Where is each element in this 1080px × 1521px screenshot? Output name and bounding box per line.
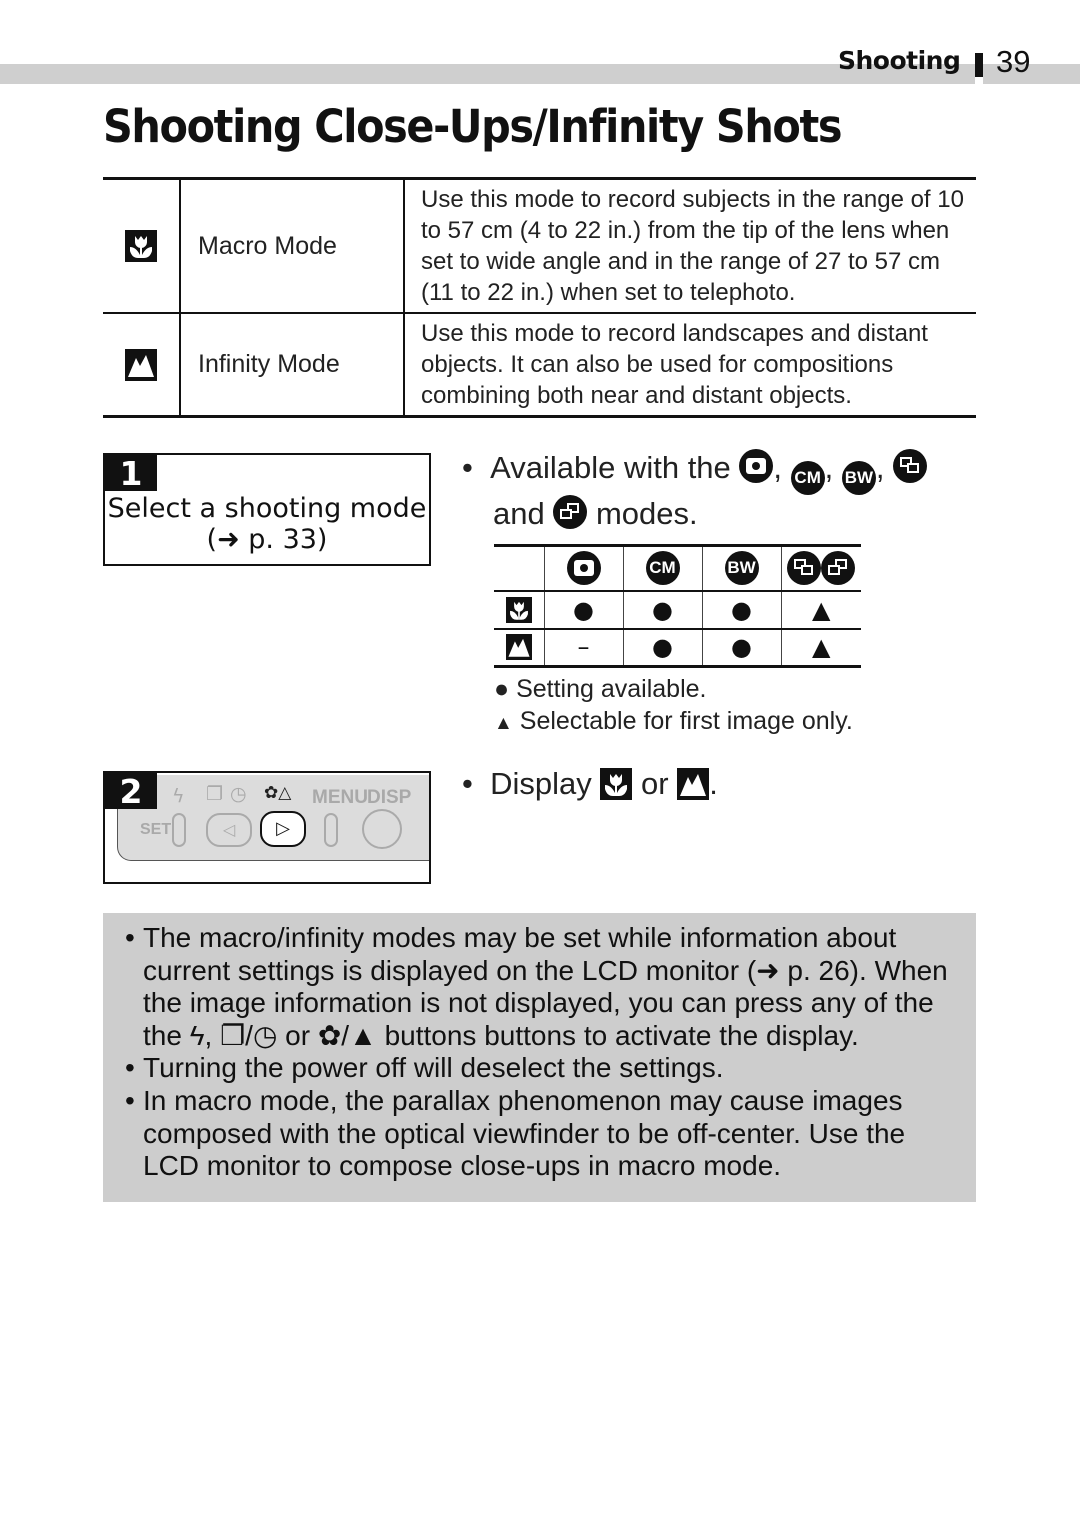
disp-label: DISP: [367, 787, 412, 808]
continuous-icon: ❐: [206, 783, 224, 805]
mode-table: Macro Mode Use this mode to record subje…: [103, 177, 976, 418]
page-number: 39: [996, 44, 1031, 79]
black-white-icon: BW: [841, 461, 876, 495]
table-cell: ●: [543, 589, 623, 629]
section-label: Shooting: [838, 46, 961, 75]
availability-table: CM BW ● ● ● ▲ – ● ● ▲: [494, 544, 861, 668]
menu-label: MENU: [312, 787, 368, 808]
set-label: SET: [140, 821, 172, 838]
page-reference: (➜ p. 33): [206, 524, 328, 555]
mode-description: Use this mode to record subjects in the …: [421, 186, 964, 306]
note-item: The macro/infinity modes may be set whil…: [125, 922, 960, 1052]
page-title: Shooting Close-Ups/Infinity Shots: [103, 100, 843, 153]
note-item: Turning the power off will deselect the …: [125, 1052, 960, 1085]
left-button[interactable]: ◁: [206, 813, 252, 847]
infinity-icon: [505, 634, 532, 661]
mode-description: Use this mode to record landscapes and d…: [421, 320, 928, 409]
step-instruction: Select a shooting mode: [107, 493, 427, 524]
note-item: In macro mode, the parallax phenomenon m…: [125, 1085, 960, 1183]
right-button[interactable]: ▷: [260, 811, 306, 847]
step-1-box: 1 Select a shooting mode (➜ p. 33): [103, 453, 431, 566]
legend-available: ● Setting available.: [494, 675, 707, 703]
table-cell: ▲: [780, 589, 861, 629]
table-cell: ●: [701, 589, 781, 629]
header-band: [0, 64, 975, 84]
step-number: 1: [105, 455, 157, 493]
table-cell: ●: [622, 627, 702, 667]
table-cell: ●: [622, 589, 702, 629]
macro-infinity-icon: ✿△: [264, 783, 292, 803]
header-divider: [975, 53, 983, 77]
auto-mode-icon: [739, 449, 774, 483]
macro-icon: [125, 230, 157, 262]
notes-box: The macro/infinity modes may be set whil…: [103, 913, 976, 1202]
step-number: 2: [105, 773, 157, 811]
stitch-assist-alt-icon: [821, 551, 856, 586]
stitch-assist-alt-icon: [553, 495, 588, 529]
step-2-box: ϟ ❐ ◷ ✿△ MENU DISP SET ◁ ▷ 2: [103, 771, 431, 884]
stitch-assist-icon: [893, 449, 928, 483]
mode-row-infinity: Infinity Mode Use this mode to record la…: [103, 312, 976, 415]
mode-name: Infinity Mode: [181, 314, 405, 415]
flash-icon: ϟ: [172, 785, 185, 807]
self-timer-icon: ◷: [230, 783, 247, 805]
display-bullet: • Display or .: [462, 766, 718, 801]
macro-icon: [600, 768, 633, 800]
stitch-assist-icon: [787, 551, 822, 586]
auto-mode-icon: [566, 551, 601, 586]
black-white-icon: BW: [724, 551, 759, 586]
table-cell: ●: [701, 627, 781, 667]
table-cell: –: [543, 627, 623, 667]
mode-name: Macro Mode: [181, 180, 405, 312]
menu-button[interactable]: [324, 813, 338, 847]
disp-button[interactable]: [362, 809, 402, 849]
table-row: ● ● ● ▲: [494, 589, 861, 629]
infinity-icon: [677, 768, 710, 800]
set-button[interactable]: [172, 813, 186, 847]
color-accent-icon: CM: [790, 461, 825, 495]
macro-icon: [505, 596, 532, 623]
table-header-row: CM BW: [494, 545, 861, 591]
table-row: – ● ● ▲: [494, 627, 861, 667]
legend-first-image: ▲ Selectable for first image only.: [494, 707, 853, 735]
mode-row-macro: Macro Mode Use this mode to record subje…: [103, 180, 976, 312]
availability-bullet: • Available with the , CM, BW, and modes…: [462, 449, 928, 532]
camera-button-panel: ϟ ❐ ◷ ✿△ MENU DISP SET ◁ ▷: [117, 775, 429, 861]
color-accent-icon: CM: [645, 551, 680, 586]
infinity-icon: [125, 348, 157, 381]
table-cell: ▲: [780, 627, 861, 667]
